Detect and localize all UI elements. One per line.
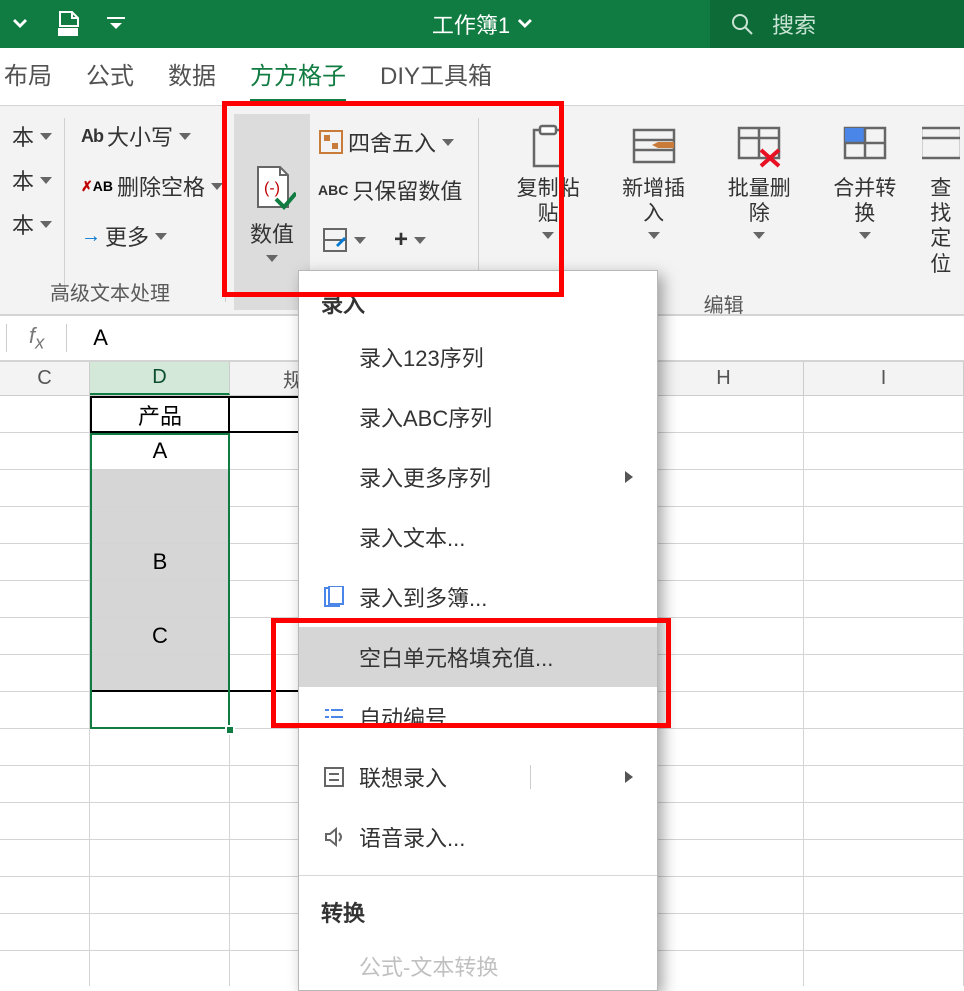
col-i[interactable]: I [804,362,964,395]
col-h[interactable]: H [644,362,804,395]
number-doc-icon: (-) [248,163,296,211]
workbook-title[interactable]: 工作簿1 [432,8,532,40]
list-icon [321,764,347,790]
formula-value[interactable]: A [79,325,108,351]
plus-icon: + [394,226,408,254]
search-box[interactable]: 搜索 [710,0,964,48]
ben-button-3[interactable]: 本 [4,202,56,246]
workbook-name-text: 工作簿1 [432,8,510,40]
more-button[interactable]: → 更多 [73,214,217,258]
quick-access-overflow[interactable] [102,14,130,34]
menu-section-convert: 转换 [299,884,657,936]
edit-grid-icon [322,227,348,253]
delete-spaces-button[interactable]: ✗AB 删除空格 [73,164,217,208]
search-icon [730,12,754,36]
menu-formula-text[interactable]: 公式-文本转换 [299,936,657,986]
batch-delete-button[interactable]: 批量删除 [710,114,808,285]
find-icon [922,122,960,170]
menu-input-text[interactable]: 录入文本... [299,507,657,567]
search-placeholder: 搜索 [772,8,816,40]
tab-data[interactable]: 数据 [168,56,216,105]
ab-icon: Ab [81,126,103,147]
edit-small-button[interactable] [318,222,370,258]
speaker-icon [321,824,347,850]
merge-icon [841,122,889,170]
tab-formula[interactable]: 公式 [86,56,134,105]
ben-button-2[interactable]: 本 [4,158,56,202]
fx-icon[interactable]: fx [19,323,54,353]
ben-button-1[interactable]: 本 [4,114,56,158]
insert-icon [630,122,678,170]
col-d[interactable]: D [90,362,230,395]
text-group-label: 高级文本处理 [3,273,217,310]
multi-book-icon [321,584,347,610]
fill-handle[interactable] [225,725,235,735]
quick-access-dropdown[interactable] [6,14,34,34]
menu-input-more[interactable]: 录入更多序列 [299,447,657,507]
cell-a[interactable]: A [90,433,230,470]
insert-button[interactable]: 新增插入 [605,114,703,285]
menu-input-123[interactable]: 录入123序列 [299,327,657,387]
tab-ffgz[interactable]: 方方格子 [250,56,346,105]
menu-voice[interactable]: 语音录入... [299,807,657,867]
round-button[interactable]: 四舍五入 [310,120,470,164]
menu-input-multi[interactable]: 录入到多簿... [299,567,657,627]
merge-convert-button[interactable]: 合并转换 [816,114,914,285]
abc-icon: ABC [318,182,348,198]
number-dropdown-menu: 录入 录入123序列 录入ABC序列 录入更多序列 录入文本... 录入到多簿.… [298,270,658,991]
pdf-export-icon[interactable] [54,10,82,38]
menu-lenovo[interactable]: 联想录入 [299,747,657,807]
col-c[interactable]: C [0,362,90,395]
copy-paste-button[interactable]: 复制粘贴 [499,114,597,285]
cell-b[interactable]: B [90,544,230,581]
ribbon-tabs: 布局 公式 数据 方方格子 DIY工具箱 [0,48,964,106]
auto-number-icon [321,704,347,730]
chevron-right-icon [625,471,633,483]
round-icon [318,129,344,155]
chevron-right-icon [625,771,633,783]
find-button[interactable]: 查找定位 [922,114,960,285]
arrow-icon: → [81,225,101,248]
menu-input-abc[interactable]: 录入ABC序列 [299,387,657,447]
delete-icon [735,122,783,170]
cell-c[interactable]: C [90,618,230,655]
tab-diy[interactable]: DIY工具箱 [380,56,492,105]
clipboard-icon [524,122,572,170]
keep-value-button[interactable]: ABC 只保留数值 [310,168,470,212]
menu-auto-number[interactable]: 自动编号... [299,687,657,747]
svg-text:(-): (-) [264,180,280,197]
plus-small-button[interactable]: + [390,222,430,258]
tab-layout[interactable]: 布局 [4,56,52,105]
cell-header-d[interactable]: 产品 [90,396,230,433]
menu-section-input: 录入 [299,275,657,327]
case-button[interactable]: Ab 大小写 [73,114,217,158]
menu-blank-fill[interactable]: 空白单元格填充值... [299,627,657,687]
title-bar: 工作簿1 搜索 [0,0,964,48]
xab-icon: ✗AB [81,178,113,195]
